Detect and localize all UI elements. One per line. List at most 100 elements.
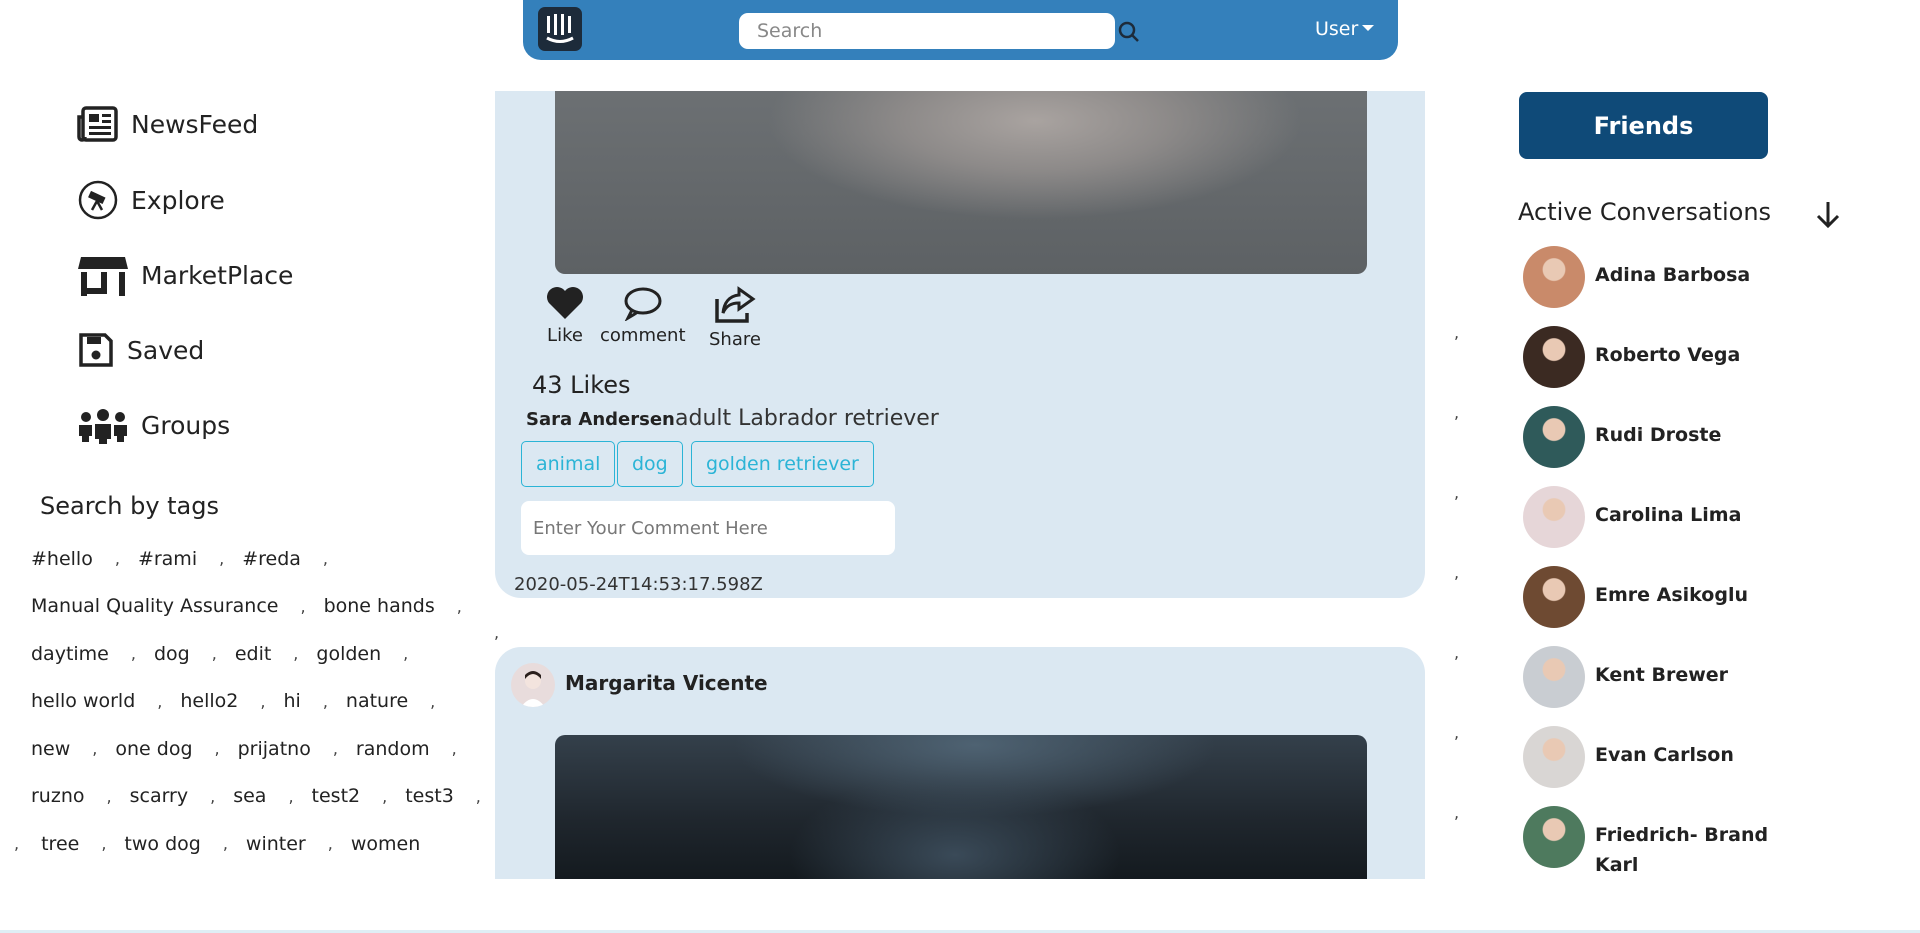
separator-comma: ,: [1454, 643, 1460, 662]
tag-separator: ,: [222, 834, 228, 854]
tag-link[interactable]: hello world: [31, 690, 135, 712]
user-dropdown[interactable]: User: [1315, 18, 1375, 40]
tag-link[interactable]: two dog: [124, 833, 200, 855]
tag-link[interactable]: women: [351, 833, 420, 855]
sidebar-item-saved[interactable]: Saved: [77, 328, 204, 372]
users-icon: [79, 409, 127, 444]
tag-link[interactable]: one dog: [115, 738, 192, 760]
sidebar-item-label: Groups: [141, 410, 231, 440]
tag-link[interactable]: bone hands: [324, 595, 435, 617]
avatar[interactable]: [511, 663, 555, 707]
post-image[interactable]: [555, 735, 1367, 879]
avatar[interactable]: [1523, 726, 1585, 788]
tag-link[interactable]: tree: [41, 833, 79, 855]
tag-link[interactable]: random: [356, 738, 430, 760]
tag-link[interactable]: test3: [405, 785, 454, 807]
conversation-item[interactable]: Friedrich- Brand Karl: [1523, 806, 1770, 880]
tag-link[interactable]: #rami: [138, 548, 197, 570]
avatar[interactable]: [1523, 646, 1585, 708]
store-icon: [78, 257, 128, 296]
tag-separator: ,: [210, 786, 216, 806]
active-conversations-heading: Active Conversations: [1518, 198, 1772, 226]
share-button[interactable]: Share: [709, 285, 761, 350]
sidebar-item-newsfeed[interactable]: NewsFeed: [77, 102, 258, 146]
tag-link[interactable]: winter: [246, 833, 306, 855]
avatar[interactable]: [1523, 566, 1585, 628]
avatar[interactable]: [1523, 486, 1585, 548]
like-button[interactable]: Like: [545, 285, 585, 346]
tag-separator: ,: [106, 786, 112, 806]
post-tag-chip[interactable]: dog: [617, 441, 683, 487]
conversation-item[interactable]: Roberto Vega: [1523, 326, 1770, 388]
tag-link[interactable]: #hello: [31, 548, 93, 570]
tag-separator: ,: [288, 786, 294, 806]
separator-comma: ,: [1454, 803, 1460, 822]
tag-link[interactable]: dog: [154, 643, 190, 665]
conversation-item[interactable]: Carolina Lima: [1523, 486, 1770, 548]
post-author-name[interactable]: Margarita Vicente: [565, 671, 768, 695]
comment-label: comment: [600, 325, 686, 346]
tag-link[interactable]: sea: [233, 785, 266, 807]
friend-name: Roberto Vega: [1595, 344, 1741, 366]
tag-separator: ,: [101, 834, 107, 854]
tag-link[interactable]: test2: [312, 785, 361, 807]
tag-link[interactable]: #reda: [242, 548, 301, 570]
post-image[interactable]: [555, 91, 1367, 274]
friend-name: Evan Carlson: [1595, 744, 1734, 766]
avatar[interactable]: [1523, 246, 1585, 308]
tag-link[interactable]: nature: [346, 690, 408, 712]
tag-link[interactable]: Manual Quality Assurance: [31, 595, 278, 617]
tag-separator: ,: [260, 691, 266, 711]
tag-link[interactable]: edit: [235, 643, 271, 665]
tag-link[interactable]: scarry: [130, 785, 189, 807]
tag-separator: ,: [114, 549, 120, 569]
chevron-down-icon: [1362, 25, 1375, 31]
comment-input[interactable]: [521, 501, 895, 555]
post-timestamp: 2020-05-24T14:53:17.598Z: [514, 574, 763, 595]
app-logo[interactable]: [538, 7, 582, 51]
conversation-item[interactable]: Emre Asikoglu: [1523, 566, 1770, 628]
sidebar-item-label: MarketPlace: [141, 260, 294, 290]
friend-name: Adina Barbosa: [1595, 264, 1751, 286]
sidebar-item-marketplace[interactable]: MarketPlace: [77, 253, 293, 297]
arrow-down-icon[interactable]: [1814, 198, 1842, 230]
separator-comma: ,: [1454, 403, 1460, 422]
post-tag-chip[interactable]: golden retriever: [691, 441, 874, 487]
search-input[interactable]: [739, 13, 1115, 49]
tag-separator: ,: [214, 739, 220, 759]
search-icon[interactable]: [1116, 18, 1144, 46]
tag-link[interactable]: golden: [316, 643, 381, 665]
tag-row: hello world, hello2, hi, nature,: [14, 678, 464, 726]
conversation-item[interactable]: Evan Carlson: [1523, 726, 1770, 788]
tag-separator: ,: [300, 596, 306, 616]
tag-separator: ,: [327, 834, 333, 854]
sidebar-item-groups[interactable]: Groups: [77, 403, 230, 447]
tag-link[interactable]: daytime: [31, 643, 109, 665]
avatar[interactable]: [1523, 406, 1585, 468]
tag-row: daytime, dog, edit, golden,: [14, 630, 464, 678]
separator-comma: ,: [1454, 483, 1460, 502]
tag-row: new, one dog, prijatno, random,: [14, 725, 464, 773]
newspaper-icon: [77, 106, 118, 142]
tag-separator: ,: [293, 644, 299, 664]
post-tag-chip[interactable]: animal: [521, 441, 616, 487]
tag-separator: ,: [322, 549, 329, 569]
avatar[interactable]: [1523, 806, 1585, 868]
tag-link[interactable]: hello2: [180, 690, 238, 712]
tag-link[interactable]: hi: [283, 690, 300, 712]
avatar[interactable]: [1523, 326, 1585, 388]
tag-link[interactable]: prijatno: [238, 738, 311, 760]
share-label: Share: [709, 329, 761, 350]
tag-link[interactable]: ruzno: [31, 785, 85, 807]
tag-row: Manual Quality Assurance, bone hands,: [14, 583, 464, 631]
tag-separator: ,: [92, 739, 98, 759]
friends-button[interactable]: Friends: [1519, 92, 1768, 159]
conversation-item[interactable]: Kent Brewer: [1523, 646, 1770, 708]
conversation-item[interactable]: Adina Barbosa: [1523, 246, 1770, 308]
tag-link[interactable]: new: [31, 738, 70, 760]
comment-button[interactable]: comment: [600, 285, 686, 346]
caption-author[interactable]: Sara Andersen: [526, 409, 675, 430]
conversation-item[interactable]: Rudi Droste: [1523, 406, 1770, 468]
tag-separator: ,: [456, 596, 462, 616]
sidebar-item-explore[interactable]: Explore: [77, 178, 225, 222]
